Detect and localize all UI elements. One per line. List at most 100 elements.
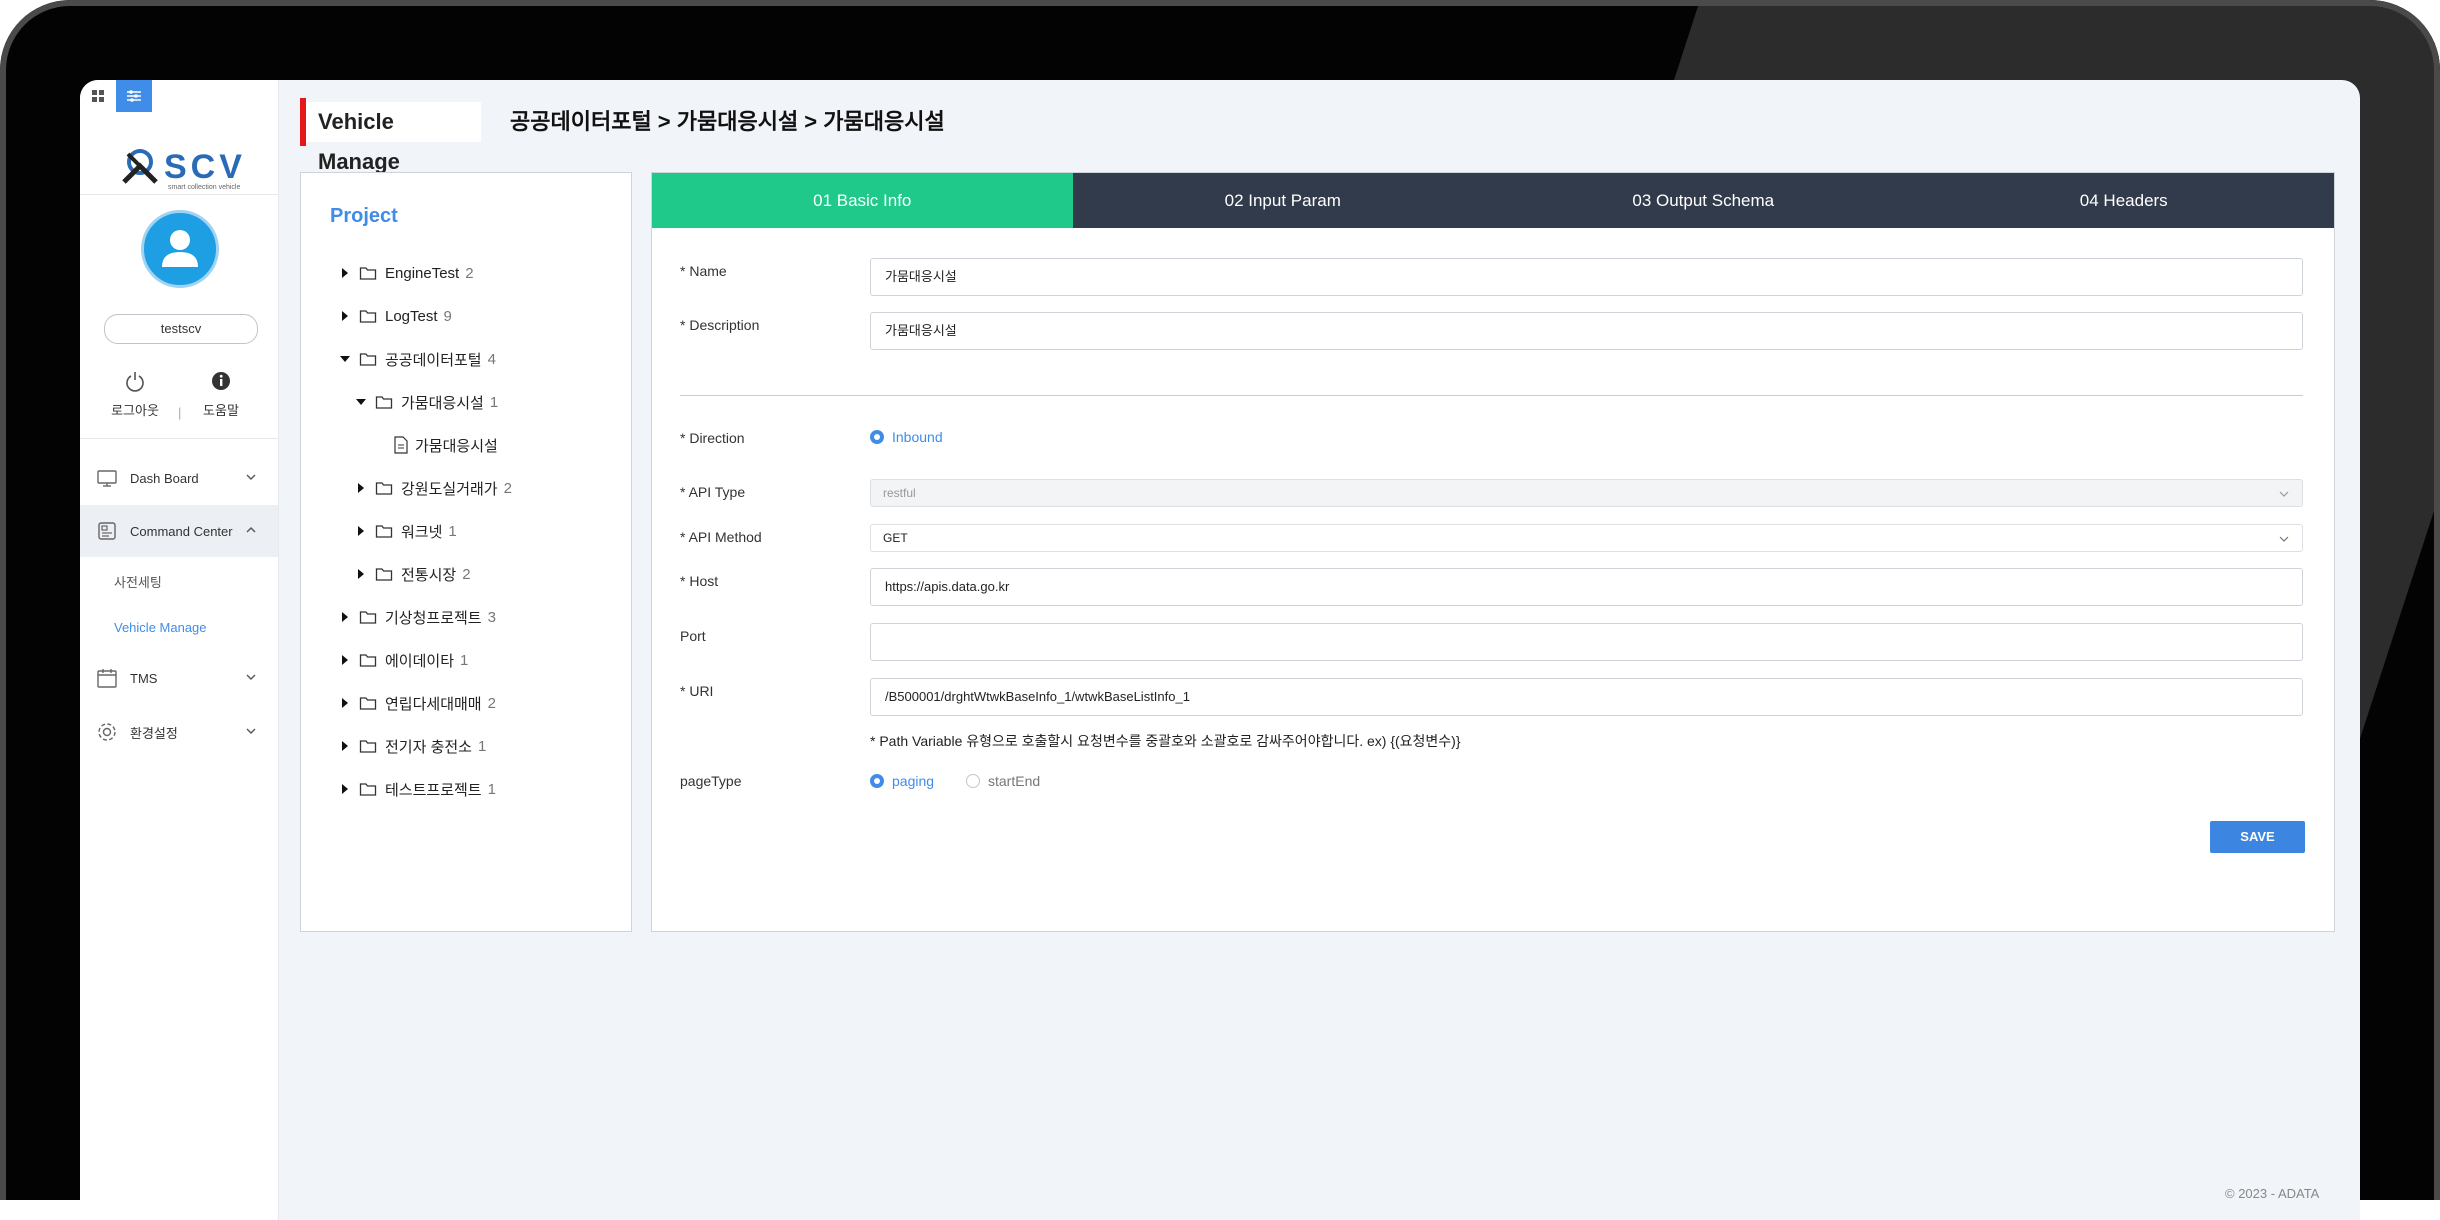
caret-right-icon[interactable]: [337, 738, 353, 754]
logo-subtitle: smart collection vehicle: [168, 184, 241, 191]
tree-item-count: 1: [477, 737, 487, 755]
tab-input-param[interactable]: 02 Input Param: [1072, 173, 1493, 228]
tree-item[interactable]: 기상청프로젝트 3: [337, 605, 496, 629]
tree-item-label: 전통시장: [401, 566, 457, 584]
folder-icon: [359, 654, 377, 667]
tree-item-count: 2: [462, 565, 471, 583]
folder-icon: [359, 783, 377, 796]
path-variable-hint: * Path Variable 유형으로 호출할시 요청변수를 중괄호와 소괄호…: [870, 733, 1461, 749]
sliders-icon[interactable]: [116, 80, 152, 112]
nav-dashboard-label: Dash Board: [130, 470, 199, 486]
caret-right-icon[interactable]: [337, 609, 353, 625]
subnav-presetting[interactable]: 사전세팅: [114, 572, 162, 591]
pagetype-radio-startend[interactable]: startEnd: [966, 773, 1040, 789]
tree-item-label: 테스트프로젝트: [385, 781, 482, 799]
avatar[interactable]: [141, 210, 219, 288]
tree-item[interactable]: LogTest 9: [337, 304, 452, 328]
api-type-label: * API Type: [680, 484, 746, 500]
folder-icon: [375, 482, 393, 495]
scv-logo[interactable]: SCV smart collection vehicle: [116, 140, 246, 191]
tab-output-schema[interactable]: 03 Output Schema: [1493, 173, 1914, 228]
logout-label: 로그아웃: [111, 403, 159, 418]
caret-down-icon[interactable]: [337, 351, 353, 367]
tree-item-count: 3: [487, 608, 496, 626]
chevron-up-icon: [246, 527, 256, 533]
tree-item-count: 4: [487, 350, 496, 368]
name-field[interactable]: 가뭄대응시설: [870, 258, 2303, 296]
logout-button[interactable]: 로그아웃: [100, 370, 170, 419]
power-icon: [126, 372, 144, 392]
sidebar-top-icons: [80, 80, 152, 112]
api-type-select[interactable]: restful: [870, 479, 2303, 507]
nav-tms[interactable]: TMS: [80, 652, 278, 704]
folder-icon: [375, 525, 393, 538]
tree-item-label: LogTest: [385, 307, 438, 325]
tree-item-label: 전기자 충전소: [385, 738, 472, 756]
nav-settings[interactable]: 환경설정: [80, 706, 278, 758]
caret-right-icon[interactable]: [337, 308, 353, 324]
nav-command-center[interactable]: Command Center: [80, 505, 278, 557]
tree-item[interactable]: EngineTest 2: [337, 261, 474, 285]
help-button[interactable]: 도움말: [186, 370, 256, 419]
document-icon: [394, 436, 408, 454]
page-title: Vehicle Manage: [306, 102, 481, 174]
tree-item[interactable]: 에이데이타 1: [337, 648, 468, 672]
tree-item[interactable]: 테스트프로젝트 1: [337, 777, 496, 801]
tree-item-label: 워크넷: [401, 523, 443, 541]
description-label: * Description: [680, 317, 760, 333]
tab-headers[interactable]: 04 Headers: [1913, 173, 2334, 228]
direction-label: * Direction: [680, 430, 745, 446]
nav-dashboard[interactable]: Dash Board: [80, 452, 278, 504]
host-field[interactable]: https://apis.data.go.kr: [870, 568, 2303, 606]
chevron-down-icon: [246, 474, 256, 480]
form-divider: [680, 395, 2303, 396]
tree-item[interactable]: 가뭄대응시설 1: [353, 390, 498, 414]
caret-down-icon[interactable]: [353, 394, 369, 410]
pagetype-radio-paging[interactable]: paging: [870, 773, 934, 789]
username-badge[interactable]: testscv: [104, 314, 258, 344]
project-panel: Project EngineTest 2 LogTest 9 공공데이터포털 4 가뭄…: [300, 172, 632, 932]
api-method-select[interactable]: GET: [870, 524, 2303, 552]
api-method-label: * API Method: [680, 529, 762, 545]
help-label: 도움말: [203, 403, 239, 418]
tree-item-label: 공공데이터포털: [385, 351, 482, 369]
calendar-icon: [97, 669, 117, 688]
radio-selected-icon: [870, 430, 884, 444]
caret-right-icon[interactable]: [353, 523, 369, 539]
tree-item-count: 1: [489, 393, 499, 411]
tree-item[interactable]: 전통시장 2: [353, 562, 471, 586]
port-field[interactable]: [870, 623, 2303, 661]
uri-field[interactable]: /B500001/drghtWtwkBaseInfo_1/wtwkBaseLis…: [870, 678, 2303, 716]
app-screen: SCV smart collection vehicle testscv 로그아…: [80, 80, 2360, 1220]
tree-item[interactable]: 공공데이터포털 4: [337, 347, 496, 371]
caret-right-icon[interactable]: [337, 695, 353, 711]
save-button[interactable]: SAVE: [2210, 821, 2305, 853]
logo-text: SCV: [164, 148, 246, 186]
tree-item[interactable]: 전기자 충전소 1: [337, 734, 486, 758]
tree-item-file[interactable]: 가뭄대응시설: [393, 433, 504, 457]
direction-radio-inbound[interactable]: Inbound: [870, 429, 943, 445]
caret-right-icon[interactable]: [353, 480, 369, 496]
caret-right-icon[interactable]: [353, 566, 369, 582]
nav-settings-label: 환경설정: [130, 725, 178, 741]
grid-icon[interactable]: [80, 80, 116, 112]
caret-right-icon[interactable]: [337, 781, 353, 797]
folder-icon: [375, 396, 393, 409]
description-field[interactable]: 가뭄대응시설: [870, 312, 2303, 350]
subnav-vehicle-manage[interactable]: Vehicle Manage: [114, 620, 207, 635]
monitor-icon: [97, 470, 117, 487]
tree-item[interactable]: 워크넷 1: [353, 519, 457, 543]
caret-right-icon[interactable]: [337, 265, 353, 281]
tree-item-count: 1: [448, 522, 457, 540]
folder-icon: [375, 568, 393, 581]
tree-item[interactable]: 강원도실거래가 2: [353, 476, 512, 500]
chevron-down-icon: [2279, 536, 2289, 542]
api-form-panel: 01 Basic Info 02 Input Param 03 Output S…: [651, 172, 2335, 932]
folder-icon: [359, 310, 377, 323]
name-label: * Name: [680, 263, 727, 279]
caret-right-icon[interactable]: [337, 652, 353, 668]
tree-item-label: 강원도실거래가: [401, 480, 498, 498]
tab-basic-info[interactable]: 01 Basic Info: [652, 173, 1073, 228]
api-method-value: GET: [883, 531, 908, 545]
tree-item[interactable]: 연립다세대매매 2: [337, 691, 496, 715]
